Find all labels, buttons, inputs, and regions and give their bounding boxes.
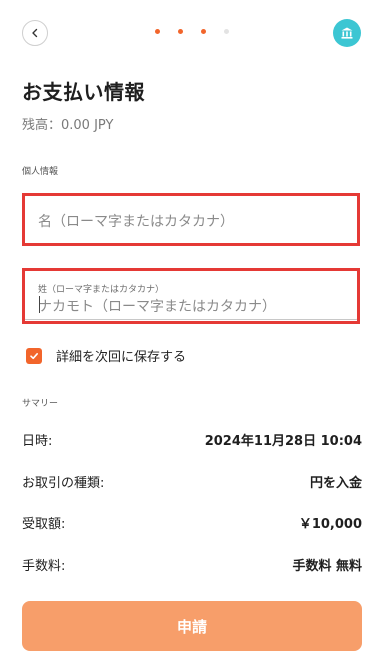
summary-amount-label: 受取額: <box>22 517 66 532</box>
summary-label: サマリー <box>22 399 59 409</box>
back-button[interactable] <box>22 20 48 46</box>
chevron-left-icon <box>32 28 38 38</box>
bank-button[interactable] <box>333 19 361 47</box>
submit-button[interactable]: 申請 <box>22 601 362 651</box>
page-title: お支払い情報 <box>22 80 145 104</box>
bank-icon <box>341 27 353 39</box>
first-name-field[interactable]: 名（ローマ字またはカタカナ） <box>22 195 360 245</box>
step-dot-1 <box>155 29 160 34</box>
step-dot-4 <box>224 29 229 34</box>
summary-type-label: お取引の種類: <box>22 476 105 491</box>
step-indicator <box>155 29 229 34</box>
summary-date-value: 2024年11月28日 10:04 <box>204 434 362 449</box>
save-details-row[interactable]: 詳細を次回に保存する <box>26 346 186 365</box>
text-caret <box>39 296 40 313</box>
summary-date-label: 日時: <box>22 434 53 449</box>
save-details-label: 詳細を次回に保存する <box>56 350 187 365</box>
first-name-placeholder: 名（ローマ字またはカタカナ） <box>38 214 234 230</box>
summary-row-amount: 受取額: ￥10,000 <box>22 513 362 532</box>
last-name-label: 姓（ローマ字またはカタカナ） <box>38 285 165 295</box>
summary-fee-value: 手数料 無料 <box>292 559 362 574</box>
step-dot-3 <box>201 29 206 34</box>
step-dot-2 <box>178 29 183 34</box>
summary-row-fee: 手数料: 手数料 無料 <box>22 555 362 574</box>
summary-row-date: 日時: 2024年11月28日 10:04 <box>22 430 362 449</box>
personal-info-label: 個人情報 <box>22 167 59 177</box>
balance-text: 残高：0.00 JPY <box>22 118 114 133</box>
save-details-checkbox[interactable] <box>26 347 42 364</box>
last-name-field[interactable]: 姓（ローマ字またはカタカナ） ナカモト（ローマ字またはカタカナ） <box>22 270 360 320</box>
summary-row-type: お取引の種類: 円を入金 <box>22 472 362 491</box>
checkmark-icon <box>30 352 38 359</box>
header <box>0 0 375 64</box>
last-name-value: ナカモト（ローマ字またはカタカナ） <box>38 299 276 315</box>
summary-fee-label: 手数料: <box>22 559 66 574</box>
summary-type-value: 円を入金 <box>309 476 362 491</box>
summary-amount-value: ￥10,000 <box>298 517 362 532</box>
